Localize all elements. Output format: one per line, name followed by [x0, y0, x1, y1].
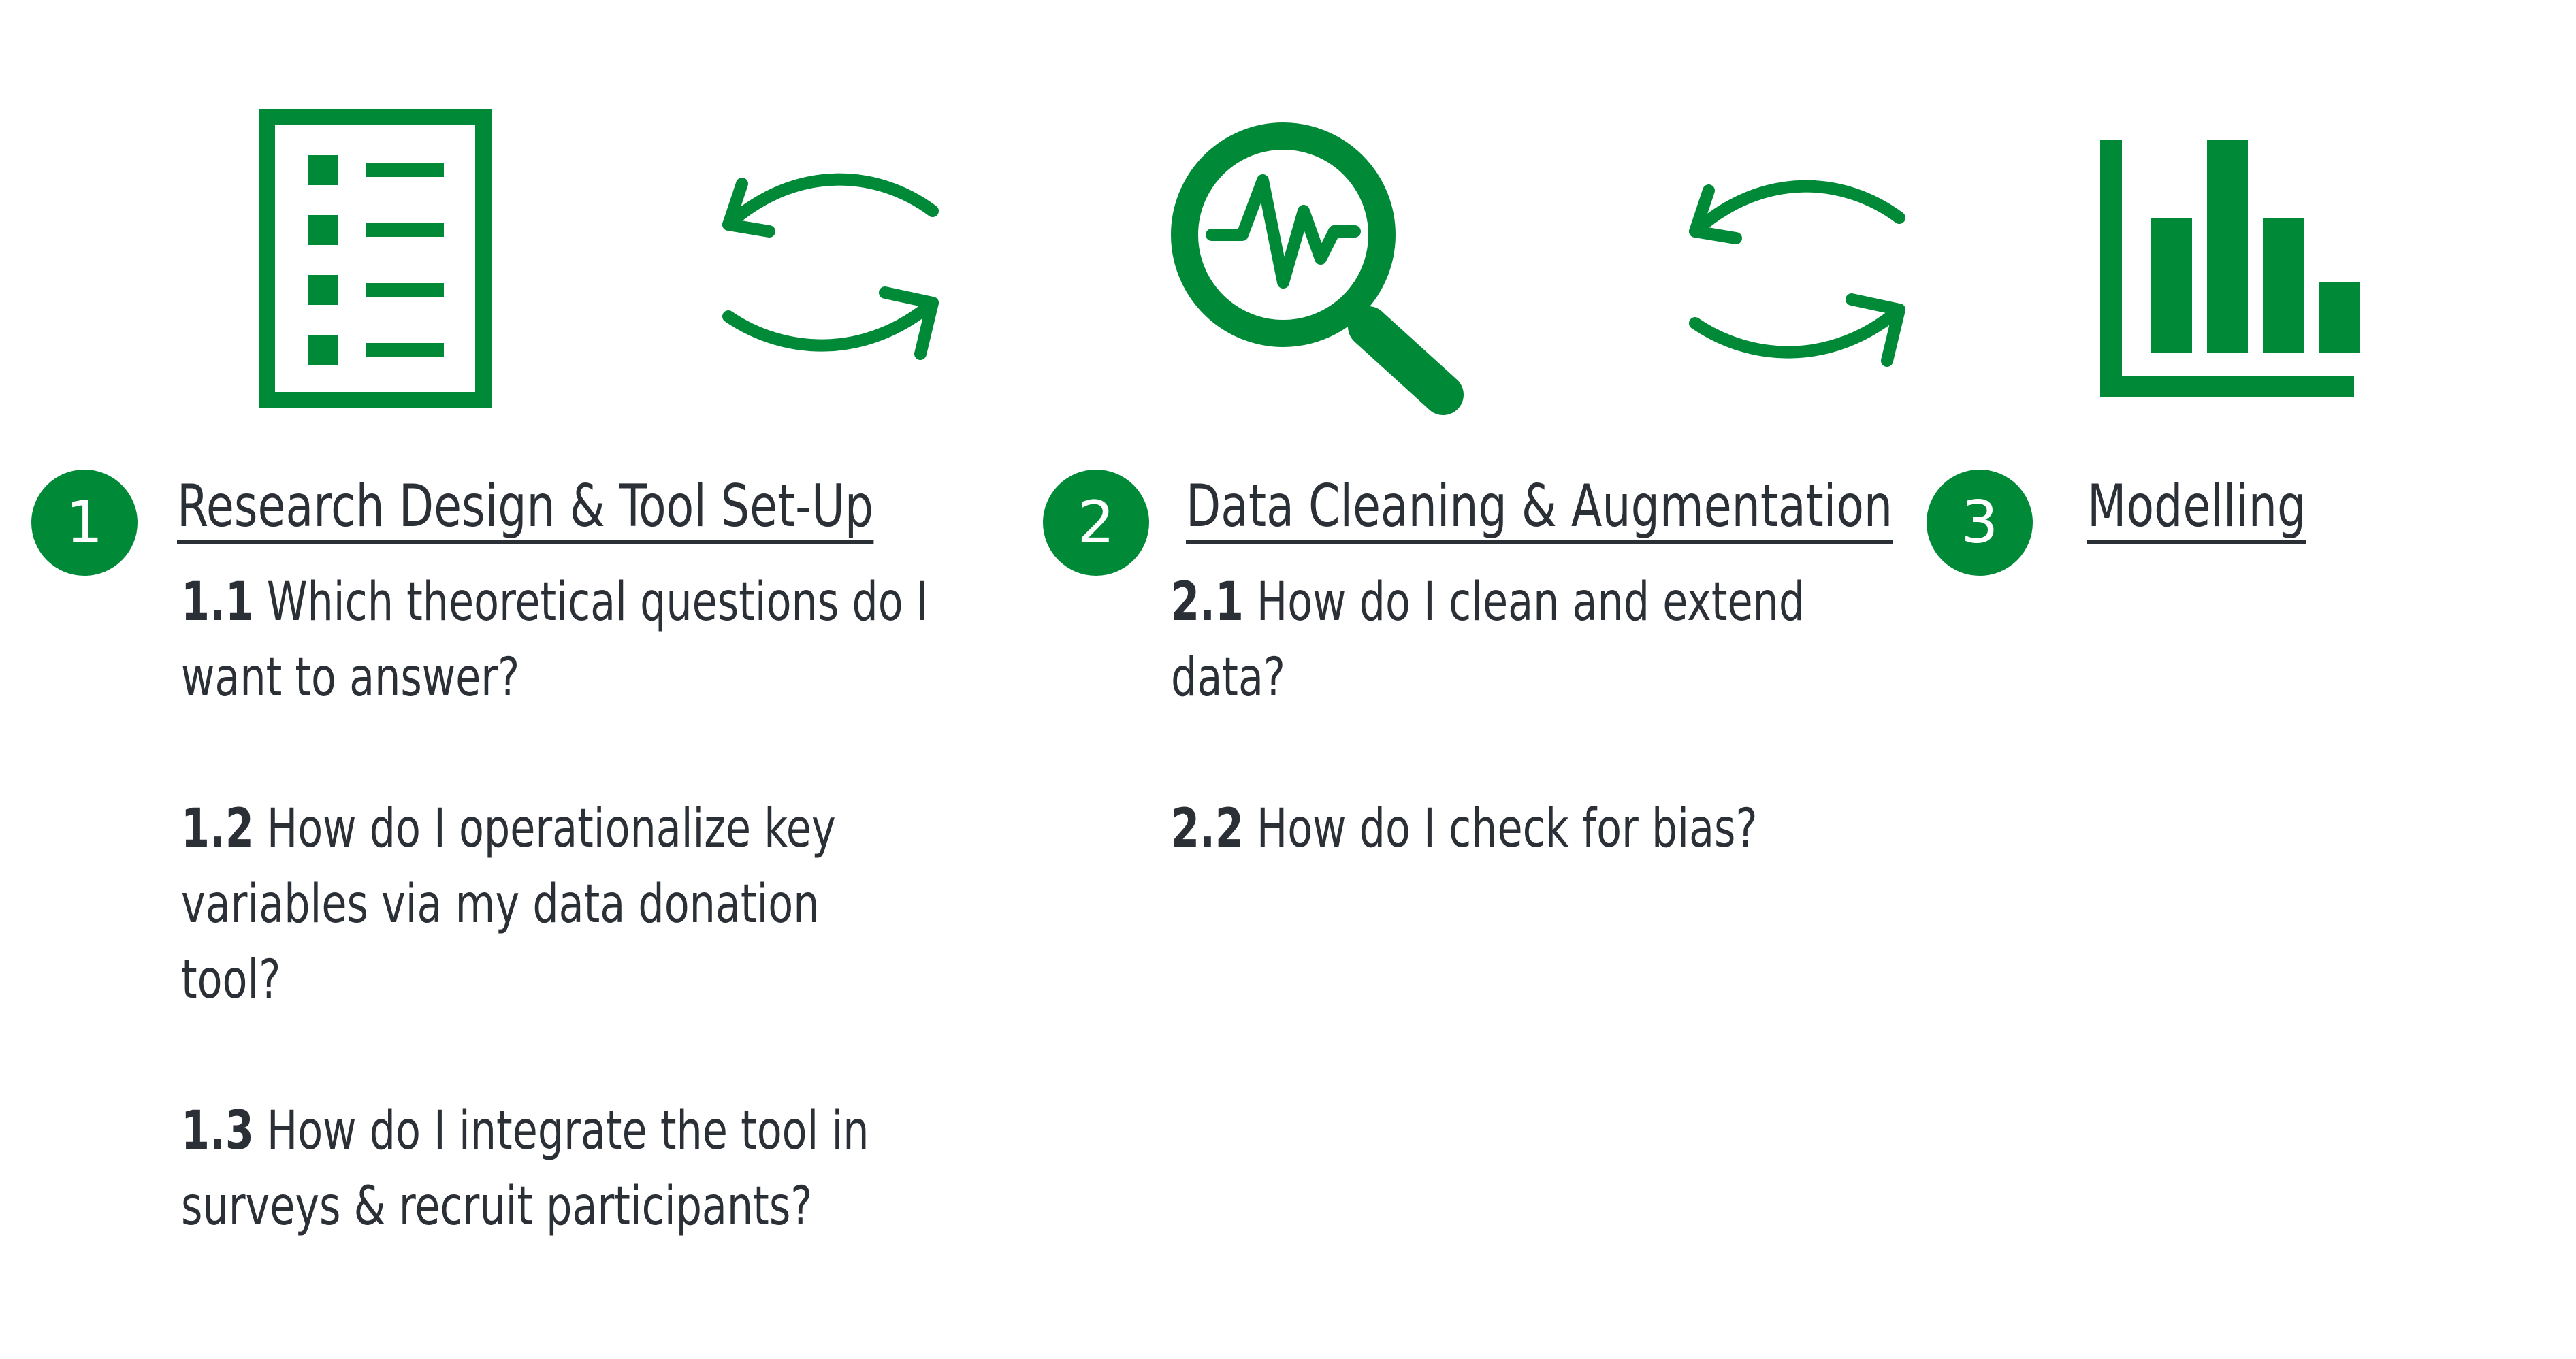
question-number: 1.1: [181, 572, 254, 633]
checklist-icon: [259, 109, 492, 408]
question-text: How do I clean and extend data?: [1171, 572, 1805, 708]
question-text: Which theoretical questions do I want to…: [181, 572, 929, 708]
question-2-1: 2.1 How do I clean and extend data?: [1171, 565, 1826, 716]
step-2-questions: 2.1 How do I clean and extend data? 2.2 Ho…: [1171, 565, 1826, 867]
question-text: How do I integrate the tool in surveys &…: [181, 1100, 869, 1237]
question-number: 2.2: [1171, 798, 1244, 859]
step-1-title: Research Design & Tool Set-Up: [177, 474, 874, 544]
bar-chart-icon: [2100, 140, 2360, 397]
question-1-3: 1.3 How do I integrate the tool in survey…: [181, 1094, 931, 1245]
step-3-number: 3: [1927, 470, 2033, 576]
question-1-1: 1.1 Which theoretical questions do I want…: [181, 565, 931, 716]
question-2-2: 2.2 How do I check for bias?: [1171, 791, 1826, 867]
magnifier-pulse-icon: [1171, 122, 1464, 415]
step-3-title: Modelling: [2087, 474, 2306, 544]
step-1-number: 1: [31, 470, 138, 576]
cycle-arrows-icon: [722, 173, 939, 360]
question-1-2: 1.2 How do I operationalize key variables…: [181, 791, 931, 1018]
step-2-number: 2: [1043, 470, 1149, 576]
step-2-title: Data Cleaning & Augmentation: [1186, 474, 1893, 544]
question-text: How do I operationalize key variables vi…: [181, 798, 836, 1011]
step-1-questions: 1.1 Which theoretical questions do I want…: [181, 565, 931, 1245]
question-number: 1.2: [181, 798, 254, 859]
question-number: 2.1: [1171, 572, 1244, 633]
question-text: How do I check for bias?: [1256, 798, 1758, 859]
question-number: 1.3: [181, 1100, 254, 1162]
cycle-arrows-icon: [1689, 180, 1905, 367]
